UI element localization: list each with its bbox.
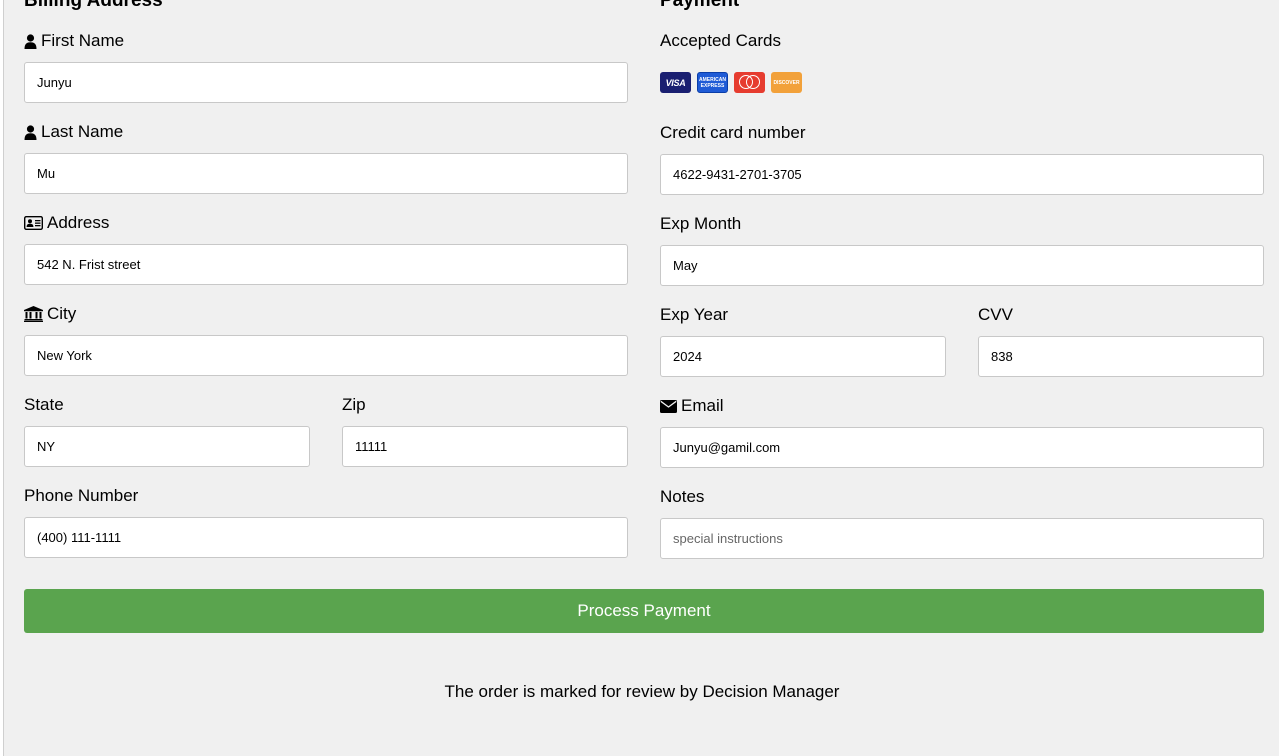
email-input[interactable] — [660, 427, 1264, 468]
envelope-icon — [660, 399, 677, 413]
state-input[interactable] — [24, 426, 310, 467]
address-card-icon — [24, 216, 43, 230]
process-payment-button[interactable]: Process Payment — [24, 589, 1264, 633]
institution-icon — [24, 306, 43, 322]
city-label-text: City — [47, 304, 77, 323]
last-name-label: Last Name — [24, 122, 123, 142]
user-icon — [24, 33, 37, 49]
address-label: Address — [24, 213, 109, 233]
phone-input[interactable] — [24, 517, 628, 558]
checkout-panel: Billing Address First Name Last Name Add… — [3, 0, 1279, 756]
zip-label: Zip — [342, 395, 366, 414]
first-name-input[interactable] — [24, 62, 628, 103]
accepted-cards-label: Accepted Cards — [660, 31, 781, 50]
last-name-input[interactable] — [24, 153, 628, 194]
email-label: Email — [660, 396, 724, 416]
exp-month-input[interactable] — [660, 245, 1264, 286]
first-name-label-text: First Name — [41, 31, 125, 50]
exp-year-input[interactable] — [660, 336, 946, 377]
phone-label: Phone Number — [24, 486, 139, 505]
address-label-text: Address — [47, 213, 110, 232]
card-number-label: Credit card number — [660, 123, 806, 142]
accepted-cards: VISA AMERICAN EXPRESS DISCOVER — [660, 72, 802, 93]
exp-year-label: Exp Year — [660, 305, 729, 324]
visa-card-icon: VISA — [660, 72, 691, 93]
cvv-input[interactable] — [978, 336, 1264, 377]
mastercard-card-icon — [734, 72, 765, 93]
first-name-label: First Name — [24, 31, 124, 51]
exp-month-label: Exp Month — [660, 214, 742, 233]
email-label-text: Email — [681, 396, 724, 415]
city-label: City — [24, 304, 76, 324]
payment-section-title: Payment — [660, 0, 740, 11]
notes-label: Notes — [660, 487, 705, 506]
notes-input[interactable] — [660, 518, 1264, 559]
cvv-label: CVV — [978, 305, 1013, 324]
user-icon — [24, 124, 37, 140]
state-label: State — [24, 395, 64, 414]
address-input[interactable] — [24, 244, 628, 285]
amex-card-icon: AMERICAN EXPRESS — [697, 72, 728, 93]
billing-section-title: Billing Address — [24, 0, 163, 11]
last-name-label-text: Last Name — [41, 122, 124, 141]
zip-input[interactable] — [342, 426, 628, 467]
discover-card-icon: DISCOVER — [771, 72, 802, 93]
city-input[interactable] — [24, 335, 628, 376]
card-number-input[interactable] — [660, 154, 1264, 195]
status-message: The order is marked for review by Decisi… — [444, 682, 840, 701]
